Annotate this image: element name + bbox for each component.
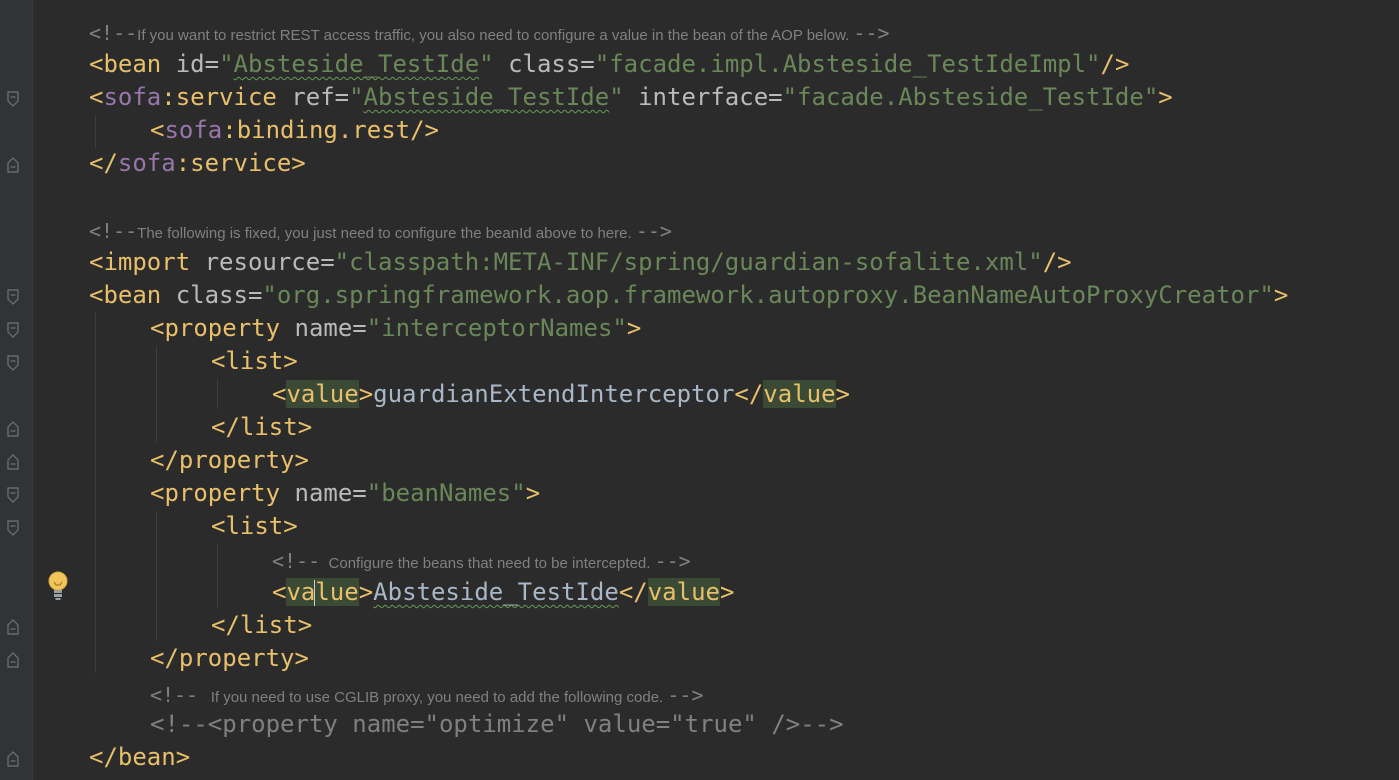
fold-close-icon[interactable] [7,751,19,767]
fold-open-icon[interactable] [7,520,19,536]
code-line[interactable]: <property name="interceptorNames"> [150,312,641,345]
editor-gutter [0,0,33,780]
code-line[interactable]: </property> [150,444,309,477]
code-line[interactable]: <bean id="Absteside_TestIde" class="faca… [89,48,1129,81]
code-comment: <!-- Configure the beans that need to be… [272,549,691,573]
attr-value: org.springframework.aop.framework.autopr… [276,281,1260,309]
code-line[interactable]: <value>guardianExtendInterceptor</value> [272,378,850,411]
code-line[interactable]: <sofa:service ref="Absteside_TestIde" in… [89,81,1173,114]
code-line[interactable]: <property name="beanNames"> [150,477,540,510]
code-line[interactable]: </list> [211,609,312,642]
code-line-current[interactable]: <value>Absteside_TestIde</value> [272,576,734,609]
fold-close-icon[interactable] [7,619,19,635]
attr-value: Absteside_TestIde [363,83,610,111]
fold-close-icon[interactable] [7,454,19,470]
attr-value: Absteside_TestIde [233,50,480,78]
indent-guide [156,511,157,641]
intention-bulb-icon[interactable] [47,570,69,602]
code-comment: <!-- If you need to use CGLIB proxy, you… [150,683,704,707]
code-line[interactable]: </list> [211,411,312,444]
fold-close-icon[interactable] [7,652,19,668]
code-comment: <!--If you want to restrict REST access … [89,21,890,45]
comment-text: Configure the beans that need to be inte… [328,555,651,572]
comment-text: If you want to restrict REST access traf… [137,27,850,44]
code-editor[interactable]: <!--If you want to restrict REST access … [0,0,1399,780]
fold-open-icon[interactable] [7,322,19,338]
attr-value: beanNames [381,479,512,507]
fold-close-icon[interactable] [7,157,19,173]
commented-code[interactable]: <!--<property name="optimize" value="tru… [150,708,844,741]
comment-text: If you need to use CGLIB proxy, you need… [210,689,664,706]
code-line[interactable]: </property> [150,642,309,675]
attr-value: facade.Absteside_TestIde [797,83,1144,111]
code-line[interactable]: <sofa:binding.rest/> [150,114,439,147]
code-line[interactable]: <list> [211,345,298,378]
indent-guide [95,313,96,673]
fold-open-icon[interactable] [7,289,19,305]
fold-close-icon[interactable] [7,421,19,437]
attr-value: facade.impl.Absteside_TestIdeImpl [609,50,1087,78]
code-line[interactable]: <import resource="classpath:META-INF/spr… [89,246,1072,279]
element-text: guardianExtendInterceptor [373,380,735,408]
indent-guide [156,346,157,442]
code-line[interactable]: </sofa:service> [89,147,306,180]
fold-open-icon[interactable] [7,487,19,503]
indent-guide [217,379,218,409]
code-comment: <!--The following is fixed, you just nee… [89,219,672,243]
indent-guide [95,115,96,148]
code-line[interactable]: <list> [211,510,298,543]
attr-value: classpath:META-INF/spring/guardian-sofal… [349,248,1029,276]
code-line[interactable]: </bean> [89,741,190,774]
attr-value: interceptorNames [381,314,613,342]
comment-text: The following is fixed, you just need to… [137,225,632,242]
code-line[interactable]: <bean class="org.springframework.aop.fra… [89,279,1288,312]
fold-open-icon[interactable] [7,91,19,107]
element-text: Absteside_TestIde [373,578,619,606]
fold-open-icon[interactable] [7,355,19,371]
indent-guide [217,544,218,608]
